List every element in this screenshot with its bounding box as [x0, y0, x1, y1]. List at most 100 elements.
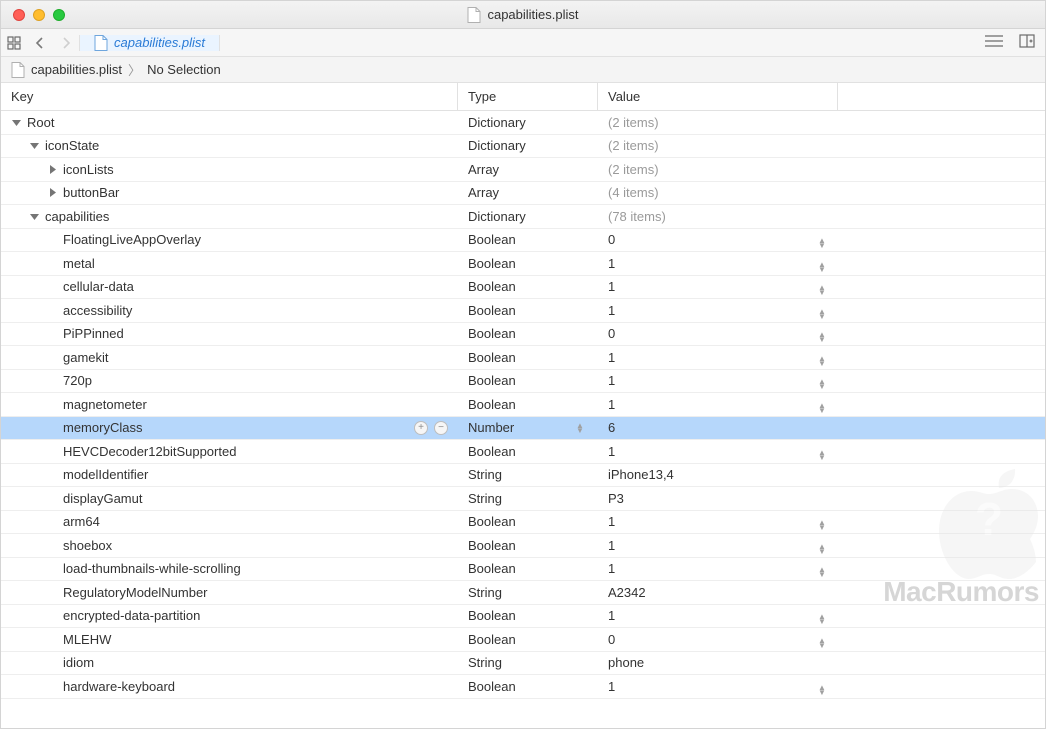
- value-cell[interactable]: (2 items): [598, 135, 838, 158]
- type-cell[interactable]: Boolean: [458, 299, 598, 322]
- value-stepper[interactable]: ▲▼: [816, 614, 828, 624]
- table-row[interactable]: gamekitBoolean1▲▼: [1, 346, 1045, 370]
- disclosure-triangle[interactable]: [29, 212, 39, 221]
- table-row[interactable]: HEVCDecoder12bitSupportedBoolean1▲▼: [1, 440, 1045, 464]
- table-row[interactable]: buttonBarArray(4 items): [1, 182, 1045, 206]
- value-cell[interactable]: 6: [598, 417, 838, 440]
- disclosure-triangle[interactable]: [11, 118, 21, 127]
- key-cell[interactable]: modelIdentifier: [1, 464, 458, 487]
- table-row[interactable]: iconListsArray(2 items): [1, 158, 1045, 182]
- value-stepper[interactable]: ▲▼: [816, 450, 828, 460]
- col-value[interactable]: Value: [598, 83, 838, 110]
- value-stepper[interactable]: ▲▼: [816, 544, 828, 554]
- value-stepper[interactable]: ▲▼: [816, 262, 828, 272]
- value-cell[interactable]: (2 items): [598, 158, 838, 181]
- type-cell[interactable]: Boolean: [458, 605, 598, 628]
- key-cell[interactable]: Root: [1, 111, 458, 134]
- table-row[interactable]: capabilitiesDictionary(78 items): [1, 205, 1045, 229]
- table-row[interactable]: idiomStringphone: [1, 652, 1045, 676]
- back-button[interactable]: [27, 37, 53, 49]
- type-cell[interactable]: Dictionary: [458, 111, 598, 134]
- type-cell[interactable]: Boolean: [458, 276, 598, 299]
- type-cell[interactable]: Boolean: [458, 675, 598, 698]
- value-cell[interactable]: 1▲▼: [598, 534, 838, 557]
- table-row[interactable]: RegulatoryModelNumberStringA2342: [1, 581, 1045, 605]
- key-cell[interactable]: MLEHW: [1, 628, 458, 651]
- key-cell[interactable]: shoebox: [1, 534, 458, 557]
- value-stepper[interactable]: ▲▼: [816, 285, 828, 295]
- value-cell[interactable]: phone: [598, 652, 838, 675]
- value-stepper[interactable]: ▲▼: [816, 238, 828, 248]
- value-cell[interactable]: 1▲▼: [598, 393, 838, 416]
- value-stepper[interactable]: ▲▼: [574, 423, 586, 433]
- table-row[interactable]: shoeboxBoolean1▲▼: [1, 534, 1045, 558]
- remove-row-icon[interactable]: −: [434, 421, 448, 435]
- value-stepper[interactable]: ▲▼: [816, 309, 828, 319]
- table-row[interactable]: arm64Boolean1▲▼: [1, 511, 1045, 535]
- key-cell[interactable]: HEVCDecoder12bitSupported: [1, 440, 458, 463]
- type-cell[interactable]: Boolean: [458, 558, 598, 581]
- zoom-button[interactable]: [53, 9, 65, 21]
- key-cell[interactable]: idiom: [1, 652, 458, 675]
- value-stepper[interactable]: ▲▼: [816, 685, 828, 695]
- key-cell[interactable]: cellular-data: [1, 276, 458, 299]
- value-stepper[interactable]: ▲▼: [816, 356, 828, 366]
- table-row[interactable]: MLEHWBoolean0▲▼: [1, 628, 1045, 652]
- col-key[interactable]: Key: [1, 83, 458, 110]
- value-stepper[interactable]: ▲▼: [816, 520, 828, 530]
- key-cell[interactable]: encrypted-data-partition: [1, 605, 458, 628]
- jump-bar[interactable]: capabilities.plist 〉 No Selection: [1, 57, 1045, 83]
- table-row[interactable]: load-thumbnails-while-scrollingBoolean1▲…: [1, 558, 1045, 582]
- value-cell[interactable]: 1▲▼: [598, 675, 838, 698]
- value-cell[interactable]: (78 items): [598, 205, 838, 228]
- key-cell[interactable]: metal: [1, 252, 458, 275]
- key-cell[interactable]: capabilities: [1, 205, 458, 228]
- table-row[interactable]: hardware-keyboardBoolean1▲▼: [1, 675, 1045, 699]
- key-cell[interactable]: iconState: [1, 135, 458, 158]
- type-cell[interactable]: Boolean: [458, 440, 598, 463]
- type-cell[interactable]: Boolean: [458, 252, 598, 275]
- value-cell[interactable]: P3: [598, 487, 838, 510]
- table-row[interactable]: metalBoolean1▲▼: [1, 252, 1045, 276]
- value-cell[interactable]: A2342: [598, 581, 838, 604]
- value-cell[interactable]: 1▲▼: [598, 440, 838, 463]
- type-cell[interactable]: Boolean: [458, 346, 598, 369]
- plist-table[interactable]: RootDictionary(2 items)iconStateDictiona…: [1, 111, 1045, 728]
- table-row[interactable]: encrypted-data-partitionBoolean1▲▼: [1, 605, 1045, 629]
- value-stepper[interactable]: ▲▼: [816, 332, 828, 342]
- value-cell[interactable]: 0▲▼: [598, 323, 838, 346]
- breadcrumb-root[interactable]: capabilities.plist: [31, 62, 122, 77]
- value-cell[interactable]: (4 items): [598, 182, 838, 205]
- col-type[interactable]: Type: [458, 83, 598, 110]
- table-row[interactable]: displayGamutStringP3: [1, 487, 1045, 511]
- table-row[interactable]: accessibilityBoolean1▲▼: [1, 299, 1045, 323]
- type-cell[interactable]: Boolean: [458, 323, 598, 346]
- value-cell[interactable]: 1▲▼: [598, 276, 838, 299]
- type-cell[interactable]: Boolean: [458, 370, 598, 393]
- key-cell[interactable]: memoryClass+−: [1, 417, 458, 440]
- table-row[interactable]: memoryClass+−Number▲▼6: [1, 417, 1045, 441]
- type-cell[interactable]: Boolean: [458, 511, 598, 534]
- add-column-icon[interactable]: [1019, 34, 1035, 51]
- value-stepper[interactable]: ▲▼: [816, 403, 828, 413]
- type-cell[interactable]: Dictionary: [458, 135, 598, 158]
- type-cell[interactable]: String: [458, 464, 598, 487]
- disclosure-triangle[interactable]: [47, 165, 57, 174]
- type-cell[interactable]: Number▲▼: [458, 417, 598, 440]
- value-stepper[interactable]: ▲▼: [816, 638, 828, 648]
- value-cell[interactable]: 0▲▼: [598, 229, 838, 252]
- add-row-icon[interactable]: +: [414, 421, 428, 435]
- table-row[interactable]: PiPPinnedBoolean0▲▼: [1, 323, 1045, 347]
- value-cell[interactable]: 1▲▼: [598, 370, 838, 393]
- related-items-icon[interactable]: [1, 36, 27, 50]
- value-stepper[interactable]: ▲▼: [816, 379, 828, 389]
- table-row[interactable]: modelIdentifierStringiPhone13,4: [1, 464, 1045, 488]
- value-cell[interactable]: 1▲▼: [598, 252, 838, 275]
- value-cell[interactable]: 1▲▼: [598, 605, 838, 628]
- value-cell[interactable]: 0▲▼: [598, 628, 838, 651]
- disclosure-triangle[interactable]: [29, 141, 39, 150]
- key-cell[interactable]: load-thumbnails-while-scrolling: [1, 558, 458, 581]
- key-cell[interactable]: hardware-keyboard: [1, 675, 458, 698]
- value-cell[interactable]: 1▲▼: [598, 346, 838, 369]
- type-cell[interactable]: String: [458, 581, 598, 604]
